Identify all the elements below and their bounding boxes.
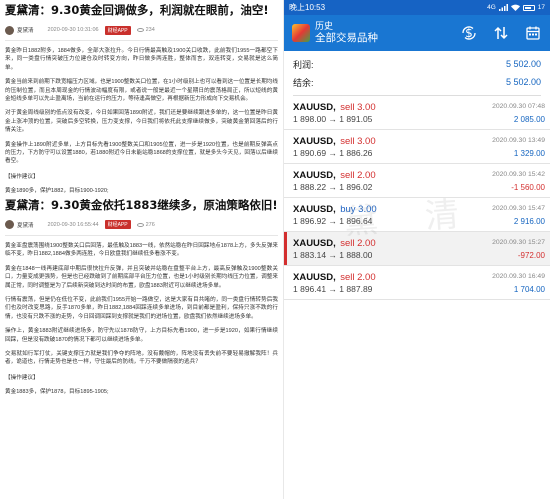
article-1-views: 234 [145, 27, 155, 33]
author-avatar [5, 220, 14, 230]
dollar-cycle-icon[interactable]: $ [458, 22, 480, 44]
article-2-views: 276 [145, 221, 155, 228]
trade-row[interactable]: XAUUSD, sell 3.00 2020.09.30 07:48 1 898.… [284, 96, 550, 130]
trade-row[interactable]: XAUUSD, buy 3.00 2020.09.30 15:47 1 896.9… [284, 198, 550, 232]
article-1-title[interactable]: 夏黛清：9.30黄金回调做多，利润就在眼前，油空! [5, 3, 278, 18]
article-2-author[interactable]: 夏黛清 [17, 221, 34, 229]
article-1-paragraph: 黄金操作上1890附近多单，上方目标先看1900整数关口和1905位置，进一步是… [5, 141, 278, 165]
battery-icon [522, 4, 535, 11]
article-1-ops-text: 黄金1890多，保护1882，目标1900-1920; [5, 187, 109, 194]
trading-app-screen: 晚上10:53 4G 17 历史 全部交易品种 $ 利润: 5 502.00 结… [284, 0, 550, 499]
profit-row: 利润: 5 502.00 [293, 55, 541, 73]
trade-row-selected[interactable]: XAUUSD, sell 2.00 2020.09.30 15:27 1 883.… [284, 232, 550, 266]
trade-prices: 1 896.92 → 1 896.64 [293, 216, 373, 226]
author-avatar [5, 25, 14, 35]
battery-level: 17 [537, 4, 545, 11]
trade-time: 2020.09.30 07:48 [492, 102, 545, 110]
balance-row: 结余: 5 502.00 [293, 73, 541, 91]
article-2-paragraph: 行情有震荡，但是仍在低位不变，此前我们1955开始一路做空，这是大家有目共睹的，… [5, 296, 278, 320]
trade-side: buy 3.00 [340, 204, 377, 215]
article-2-ops-label: 【操作建议】 [5, 374, 39, 381]
article-1-paragraph: 黄金昨日1882附多，1884做多，全部大涨拉升。今日行情最高触及1900关口收… [5, 48, 278, 71]
article-2-meta: 夏黛清 2020-09-30 16:55:44 财经APP 276 [5, 220, 278, 230]
trade-row[interactable]: XAUUSD, sell 2.00 2020.09.30 16:49 1 896.… [284, 266, 550, 300]
toolbar-titles: 历史 全部交易品种 [315, 21, 448, 45]
trade-symbol: XAUUSD, [293, 238, 336, 249]
wifi-icon [510, 4, 520, 11]
trade-time: 2020.09.30 16:49 [492, 272, 545, 280]
trade-time: 2020.09.30 15:27 [492, 238, 545, 246]
status-bar: 晚上10:53 4G 17 [284, 0, 550, 15]
article-column: 夏黛清：9.30黄金回调做多，利润就在眼前，油空! 夏黛清 2020-09-30… [0, 0, 283, 499]
status-time: 晚上10:53 [289, 3, 326, 12]
trade-prices: 1 898.00 → 1 891.05 [293, 114, 373, 124]
views-eye-icon [136, 222, 144, 227]
trade-profit: 2 085.00 [513, 114, 545, 124]
article-1-paragraph: 黄金当前来到前期下跌宽幅压力区域，也是1900整数关口位置，在1小时级别上也可以… [5, 79, 278, 103]
trade-profit: -1 560.00 [511, 182, 545, 192]
trade-side: sell 3.00 [340, 136, 376, 147]
article-2-ops-text: 黄金1883多，保护1878，目标1895-1905; [5, 388, 109, 395]
trade-side: sell 2.00 [340, 272, 376, 283]
article-2: 夏黛清：9.30黄金依托1883继续多，原油策略依旧! 夏黛清 2020-09-… [0, 194, 283, 395]
balance-value: 5 502.00 [505, 77, 541, 87]
trade-prices: 1 890.69 → 1 886.26 [293, 148, 373, 158]
status-icons: 4G 17 [487, 4, 545, 11]
trade-symbol: XAUUSD, [293, 136, 336, 147]
trade-row[interactable]: XAUUSD, sell 3.00 2020.09.30 13:49 1 890.… [284, 130, 550, 164]
article-1-ops-label: 【操作建议】 [5, 173, 39, 180]
signal-icon [498, 4, 508, 11]
article-2-title[interactable]: 夏黛清：9.30黄金依托1883继续多，原油策略依旧! [5, 198, 278, 213]
article-1-author[interactable]: 夏黛清 [17, 26, 34, 34]
article-1-paragraph: 对于黄金周线级别的低点没有改变，今日如果回落1890附近，我们还是要继续跟进多单… [5, 110, 278, 134]
views-eye-icon [136, 28, 144, 32]
balance-label: 结余: [293, 77, 314, 88]
article-2-paragraph: 黄金在1848一线再建底部中期后很快拉升反弹，并且突破并站稳在盘整平台上方，最高… [5, 265, 278, 289]
divider [5, 40, 278, 41]
divider [5, 234, 278, 236]
trade-prices: 1 888.22 → 1 896.02 [293, 182, 373, 192]
article-2-date: 2020-09-30 16:55:44 [47, 221, 99, 228]
profit-label: 利润: [293, 59, 314, 70]
article-2-paragraph: 黄金亚盘震荡围绕1900整数关口后回落，最低触及1883一线，依然站稳在昨日回踩… [5, 242, 278, 258]
trade-symbol: XAUUSD, [293, 204, 336, 215]
sort-icon[interactable] [490, 22, 512, 44]
app-toolbar: 历史 全部交易品种 $ [284, 15, 550, 51]
app-download-button[interactable]: 财经APP [104, 220, 131, 230]
trade-symbol: XAUUSD, [293, 102, 336, 113]
trade-history-list: XAUUSD, sell 3.00 2020.09.30 07:48 1 898.… [284, 96, 550, 300]
trade-profit: 1 704.00 [513, 284, 545, 294]
article-2-paragraph: 操作上，黄金1883附近继续进场多，防守先以1878防守，上方目标先看1900，… [5, 328, 278, 343]
trade-side: sell 2.00 [340, 238, 376, 249]
network-label: 4G [487, 4, 496, 11]
trade-side: sell 3.00 [340, 102, 376, 113]
trade-profit: 2 916.00 [513, 216, 545, 226]
trade-row[interactable]: XAUUSD, sell 2.00 2020.09.30 15:42 1 888.… [284, 164, 550, 198]
trade-time: 2020.09.30 13:49 [492, 136, 545, 144]
article-1-date: 2020-09-30 10:31:06 [47, 27, 99, 33]
trade-symbol: XAUUSD, [293, 272, 336, 283]
toolbar-title: 历史 [315, 21, 334, 31]
trade-profit: -972.00 [517, 250, 545, 260]
app-download-button[interactable]: 财经APP [104, 25, 131, 35]
trade-time: 2020.09.30 15:47 [492, 204, 545, 212]
trade-time: 2020.09.30 15:42 [492, 170, 545, 178]
trade-prices: 1 883.14 → 1 888.00 [293, 250, 373, 260]
app-logo-icon[interactable] [292, 24, 310, 42]
trade-symbol: XAUUSD, [293, 170, 336, 181]
symbol-filter-selector[interactable]: 全部交易品种 [315, 32, 448, 45]
account-totals: 利润: 5 502.00 结余: 5 502.00 [284, 51, 550, 96]
trade-prices: 1 896.41 → 1 887.89 [293, 284, 373, 294]
trade-side: sell 2.00 [340, 170, 376, 181]
profit-value: 5 502.00 [505, 59, 541, 69]
article-1-meta: 夏黛清 2020-09-30 10:31:06 财经APP 234 [5, 25, 278, 35]
trade-profit: 1 329.00 [513, 148, 545, 158]
article-1: 夏黛清：9.30黄金回调做多，利润就在眼前，油空! 夏黛清 2020-09-30… [0, 0, 283, 194]
article-2-paragraph: 交易就如行军打仗，关键支撑压力就是我们争夺的阵地，没有戴帽的，阵地没有丢失前不要… [5, 350, 278, 366]
calendar-icon[interactable] [522, 22, 544, 44]
